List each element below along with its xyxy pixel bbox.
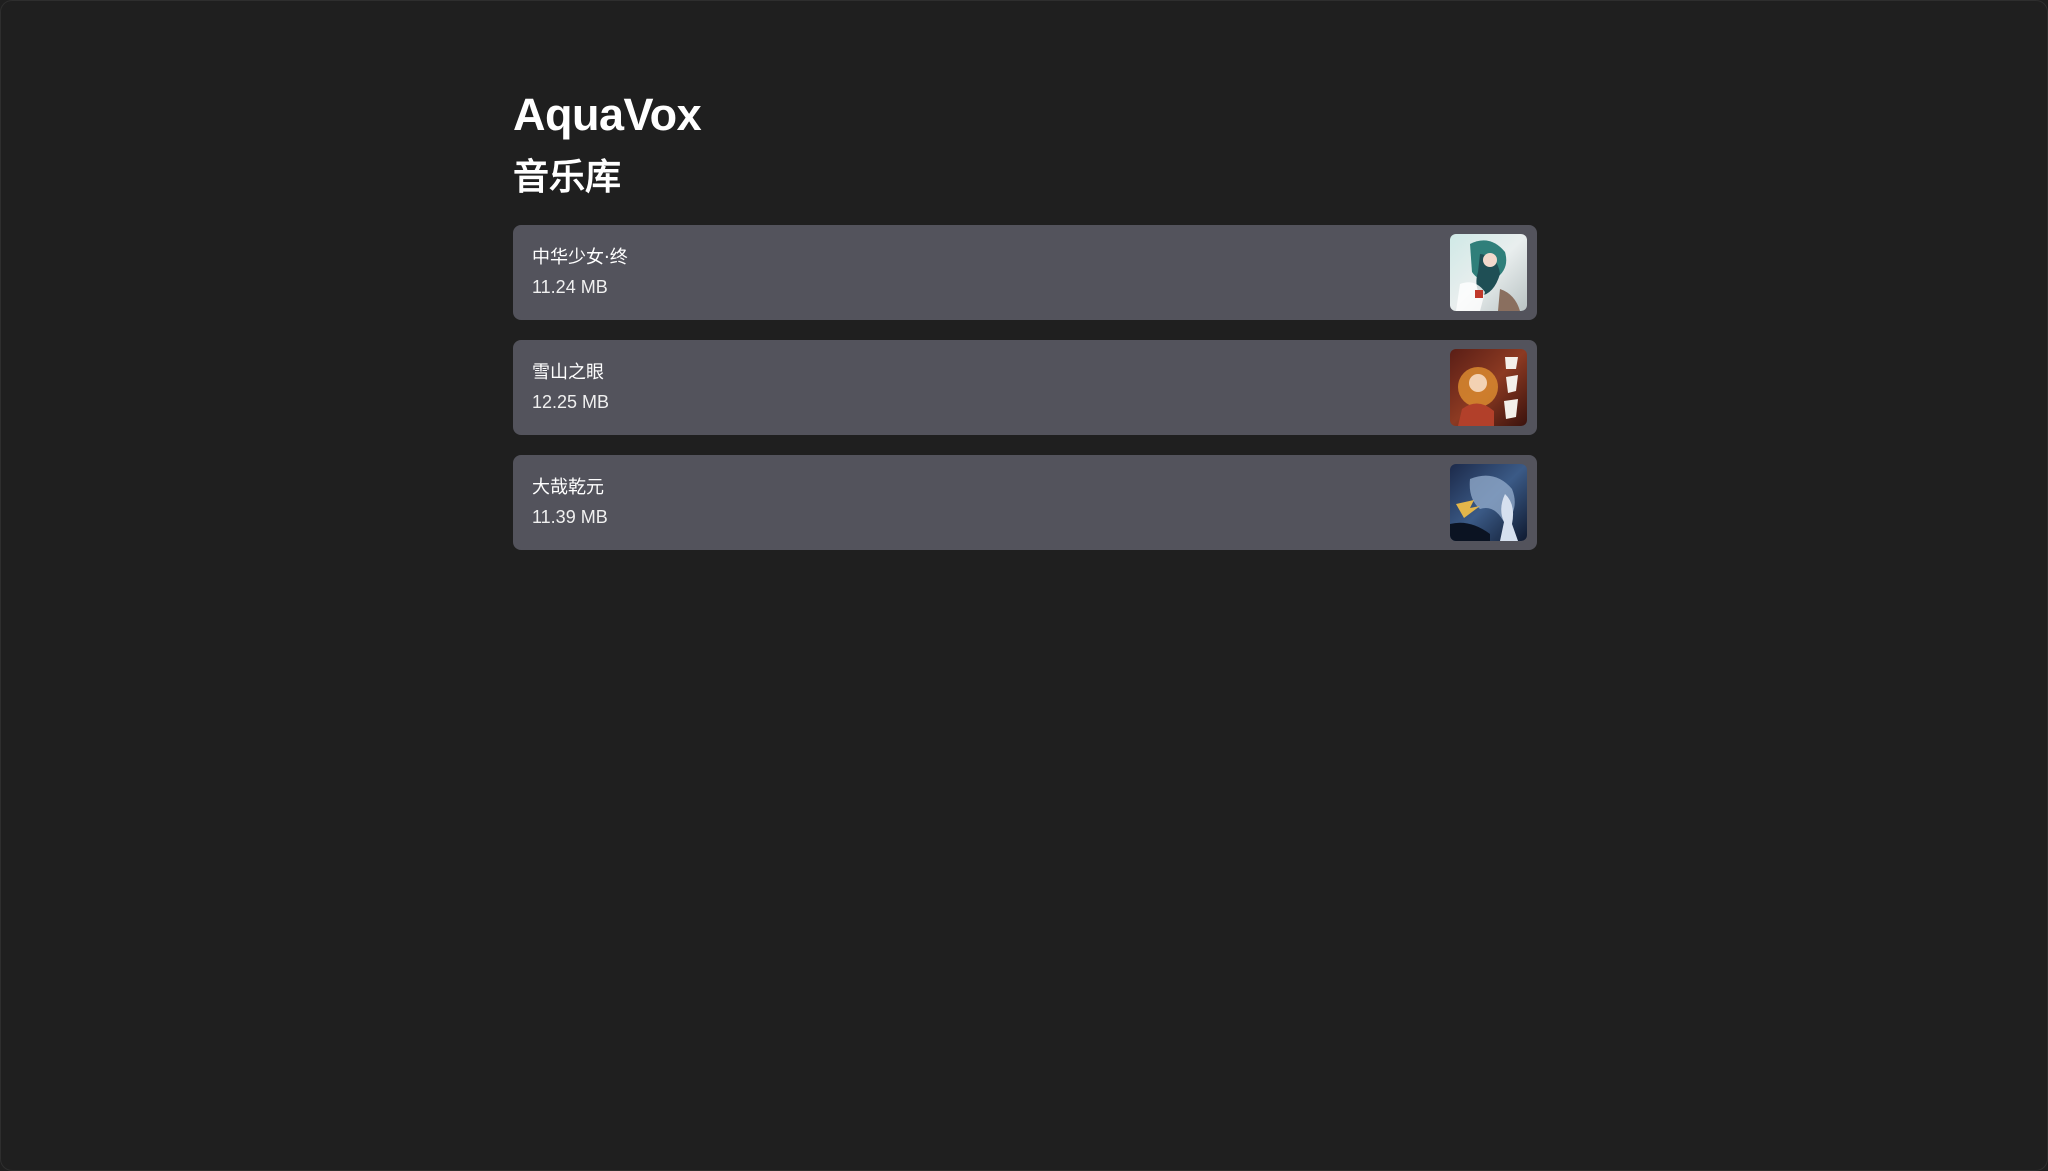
album-cover-image: [1450, 349, 1527, 426]
track-item-3[interactable]: 大哉乾元 11.39 MB: [513, 455, 1537, 550]
track-item-1[interactable]: 中华少女·终 11.24 MB: [513, 225, 1537, 320]
track-info: 大哉乾元 11.39 MB: [532, 476, 608, 529]
track-size: 12.25 MB: [532, 392, 610, 412]
track-list: 中华少女·终 11.24 MB 雪山之眼 12.25 MB 大哉乾元 11.39…: [513, 225, 1537, 550]
album-cover-art: [1450, 464, 1527, 541]
album-cover-image: [1450, 464, 1527, 541]
main-content: AquaVox 音乐库 中华少女·终 11.24 MB 雪山之眼 12.25 M…: [513, 85, 1537, 550]
album-cover-art: [1450, 349, 1527, 426]
track-info: 中华少女·终 11.24 MB: [532, 246, 628, 299]
track-title: 雪山之眼: [532, 362, 604, 383]
app-window: AquaVox 音乐库 中华少女·终 11.24 MB 雪山之眼 12.25 M…: [0, 0, 2048, 1171]
album-cover-image: [1450, 234, 1527, 311]
track-size: 11.24 MB: [532, 277, 608, 297]
track-item-2[interactable]: 雪山之眼 12.25 MB: [513, 340, 1537, 435]
track-title: 中华少女·终: [532, 247, 628, 268]
album-cover-art: [1450, 234, 1527, 311]
library-heading: 音乐库: [513, 157, 622, 198]
track-info: 雪山之眼 12.25 MB: [532, 361, 609, 414]
track-title: 大哉乾元: [532, 477, 604, 498]
app-title: AquaVox: [513, 89, 702, 140]
track-size: 11.39 MB: [532, 507, 608, 527]
